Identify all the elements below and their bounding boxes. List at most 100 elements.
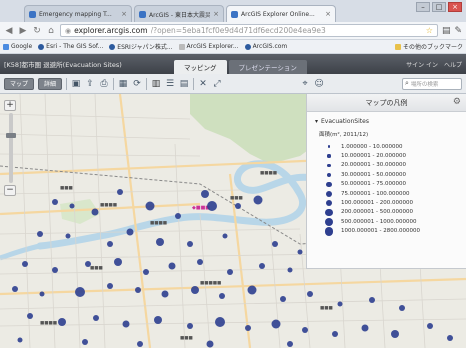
settings-icon[interactable]: ⚙ (453, 97, 461, 107)
evacuation-site-marker[interactable] (187, 241, 193, 247)
layers-icon[interactable]: ▦ (118, 79, 128, 89)
page-menu-icon[interactable]: ▤ (442, 26, 451, 36)
evacuation-site-marker[interactable] (37, 231, 43, 237)
evacuation-site-marker[interactable] (58, 318, 66, 326)
expand-icon[interactable]: ▾ (315, 118, 318, 125)
browser-tab-2[interactable]: ArcGIS - 東日本大震災... × (134, 5, 224, 22)
evacuation-site-marker[interactable] (197, 259, 203, 265)
evacuation-site-marker[interactable] (69, 203, 75, 209)
fullscreen-icon[interactable]: ⤢ (212, 79, 222, 89)
help-link[interactable]: ヘルプ (444, 60, 462, 69)
bookmark-arcgis[interactable]: ArcGIS.com (244, 43, 287, 50)
evacuation-site-marker[interactable] (253, 195, 263, 205)
evacuation-site-marker[interactable] (117, 189, 123, 195)
minimize-button[interactable]: – (416, 2, 430, 12)
evacuation-site-marker[interactable] (259, 263, 265, 269)
evacuation-site-marker[interactable] (12, 286, 18, 292)
evacuation-site-marker[interactable] (82, 339, 88, 345)
browser-tab-1[interactable]: Emergency mapping T... × (24, 5, 132, 22)
evacuation-site-marker[interactable] (75, 287, 85, 297)
sign-in-link[interactable]: サイン イン (406, 60, 438, 69)
evacuation-site-marker[interactable] (107, 283, 113, 289)
save-icon[interactable]: ▣ (71, 79, 81, 89)
evacuation-site-marker[interactable] (222, 233, 228, 239)
evacuation-site-marker[interactable] (168, 262, 176, 270)
user-icon[interactable]: ☺ (314, 79, 324, 89)
evacuation-site-marker[interactable] (85, 261, 91, 267)
zoom-out-button[interactable]: − (4, 185, 16, 196)
evacuation-site-marker[interactable] (271, 319, 281, 329)
bookmark-esri[interactable]: Esri - The GIS Sof... (38, 43, 103, 50)
maximize-button[interactable]: □ (432, 2, 446, 12)
evacuation-site-marker[interactable] (65, 233, 71, 239)
evacuation-site-marker[interactable] (247, 285, 257, 295)
evacuation-site-marker[interactable] (307, 291, 313, 297)
close-window-button[interactable]: × (448, 2, 462, 12)
evacuation-site-marker[interactable] (245, 325, 251, 331)
legend-layer[interactable]: ▾ EvacuationSites (315, 118, 466, 125)
bookmark-explorer[interactable]: ArcGIS Explorer... (178, 43, 239, 50)
evacuation-site-marker[interactable] (332, 331, 338, 337)
evacuation-site-marker[interactable] (287, 341, 293, 347)
evacuation-site-marker[interactable] (107, 241, 113, 247)
evacuation-site-marker[interactable] (287, 267, 293, 273)
evacuation-site-marker[interactable] (201, 190, 209, 198)
evacuation-site-marker[interactable] (137, 341, 143, 347)
tab-mapping[interactable]: マッピング (174, 60, 227, 74)
evacuation-site-marker[interactable] (427, 323, 433, 329)
evacuation-site-marker[interactable] (227, 269, 233, 275)
evacuation-site-marker[interactable] (135, 287, 141, 293)
evacuation-site-marker[interactable] (22, 261, 28, 267)
evacuation-site-marker[interactable] (215, 317, 225, 327)
url-field[interactable]: ◉ explorer.arcgis.com /?open=5eba1fcf0e9… (60, 24, 438, 37)
evacuation-site-marker[interactable] (191, 286, 199, 294)
evacuation-site-marker[interactable] (27, 313, 33, 319)
zoom-track[interactable] (6, 113, 16, 183)
evacuation-site-marker[interactable] (154, 316, 162, 324)
evacuation-site-marker[interactable] (447, 335, 453, 341)
zoom-extent-icon[interactable]: ✕ (198, 79, 208, 89)
other-bookmarks[interactable]: その他のブックマーク (394, 42, 463, 51)
evacuation-site-marker[interactable] (52, 199, 58, 205)
evacuation-site-marker[interactable] (272, 241, 278, 247)
evacuation-site-marker[interactable] (143, 269, 149, 275)
evacuation-site-marker[interactable] (391, 330, 399, 338)
basemap-button[interactable]: 詳細 (38, 77, 63, 90)
evacuation-site-marker[interactable] (369, 297, 375, 303)
evacuation-site-marker[interactable] (161, 290, 169, 298)
evacuation-site-marker[interactable] (337, 301, 343, 307)
back-icon[interactable]: ◀ (4, 26, 14, 36)
star-icon[interactable]: ☆ (426, 26, 433, 35)
zoom-slider[interactable]: + − (4, 100, 18, 200)
home-icon[interactable]: ⌂ (46, 26, 56, 36)
map-button[interactable]: マップ (4, 77, 35, 90)
print-icon[interactable]: ⎙ (99, 79, 109, 89)
basemap-gallery-icon[interactable]: ▥ (151, 79, 161, 89)
evacuation-site-marker[interactable] (17, 337, 23, 343)
evacuation-site-marker[interactable] (206, 340, 214, 348)
evacuation-site-marker[interactable] (145, 201, 155, 211)
wrench-icon[interactable]: ✎ (454, 26, 462, 36)
evacuation-site-marker[interactable] (39, 291, 45, 297)
evacuation-site-marker[interactable] (399, 305, 405, 311)
tab-presentation[interactable]: プレゼンテーション (228, 60, 307, 74)
evacuation-site-marker[interactable] (126, 228, 134, 236)
bookmark-esrij[interactable]: ESRIジャパン株式... (109, 42, 173, 51)
bookmark-google[interactable]: Google (3, 43, 32, 50)
measure-icon[interactable]: ⟳ (132, 79, 142, 89)
legend-icon[interactable]: ☰ (165, 79, 175, 89)
evacuation-site-marker[interactable] (219, 293, 225, 299)
evacuation-site-marker[interactable] (302, 327, 308, 333)
close-tab-icon[interactable]: × (121, 10, 127, 18)
forward-icon[interactable]: ▶ (18, 26, 28, 36)
evacuation-site-marker[interactable] (52, 267, 58, 273)
browser-tab-3[interactable]: ArcGIS Explorer Online... × (226, 5, 336, 22)
close-tab-icon[interactable]: × (213, 10, 219, 18)
zoom-thumb[interactable] (6, 133, 16, 138)
zoom-in-button[interactable]: + (4, 100, 16, 111)
place-search-input[interactable]: ⌕ 場所の検索 (402, 77, 462, 90)
close-tab-icon[interactable]: × (325, 10, 331, 18)
evacuation-site-marker[interactable] (235, 203, 241, 209)
evacuation-site-marker[interactable] (122, 320, 130, 328)
bookmark-icon[interactable]: ▤ (179, 79, 189, 89)
